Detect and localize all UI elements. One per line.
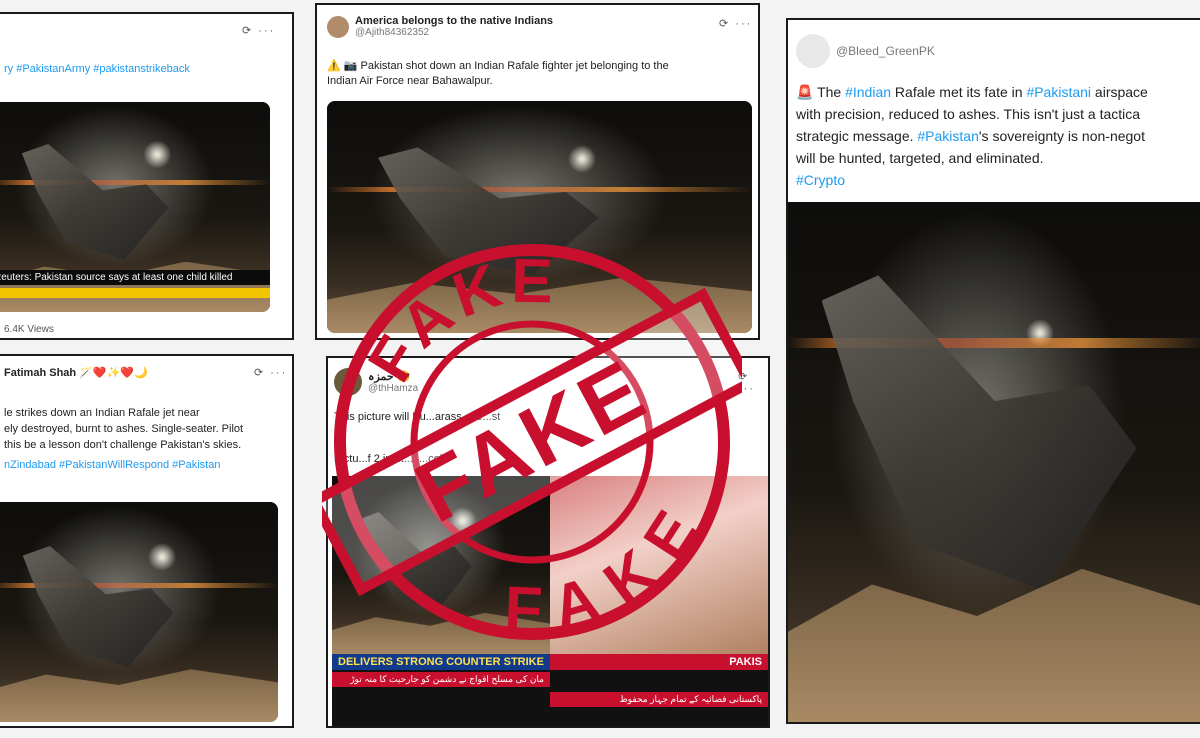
post-text-line-2: with precision, reduced to ashes. This i… <box>796 106 1141 122</box>
post-hashtags[interactable]: ry #PakistanArmy #pakistanstrikeback <box>4 62 190 77</box>
post-text-line-1: le strikes down an Indian Rafale jet nea… <box>4 407 200 419</box>
avatar[interactable] <box>334 368 362 396</box>
card-tools[interactable]: ⟳ ··· <box>254 366 287 379</box>
news-banner-urdu-1: مان کی مسلح افواج نے دشمن کو جارحیت کا م… <box>332 672 550 687</box>
user-name[interactable]: America belongs to the native Indians <box>355 15 553 27</box>
card-tools[interactable]: ⟳ ··· <box>738 370 768 395</box>
post-text-line-2: Pictu...f 2 in...t...d...cel <box>334 453 443 465</box>
post-text-line-2: Indian Air Force near Bahawalpur. <box>327 75 493 87</box>
post-card-3: @Bleed_GreenPK 🚨 The #Indian Rafale met … <box>786 18 1200 724</box>
news-ticker <box>0 288 270 298</box>
collage-right <box>550 476 768 656</box>
card-tools[interactable]: ⟳ ··· <box>242 24 275 37</box>
hashtag-crypto[interactable]: #Crypto <box>796 170 845 190</box>
user-handle[interactable]: @Ajith84362352 <box>355 27 553 38</box>
card-tools[interactable]: ⟳ ··· <box>719 17 752 30</box>
news-banner-urdu-2: پاکستانی فضائیہ کے تمام جہاز محفوظ <box>550 692 768 707</box>
user-name[interactable]: حمزہ 😎 <box>368 370 418 383</box>
post-text-line-3: this be a lesson don't challenge Pakista… <box>4 439 242 451</box>
post-card-1: ⟳ ··· ry #PakistanArmy #pakistanstrikeba… <box>0 12 294 340</box>
post-text-line-3: strategic message. #Pakistan's sovereign… <box>796 128 1145 144</box>
post-photo[interactable] <box>0 502 278 722</box>
post-hashtags[interactable]: nZindabad #PakistanWillRespond #Pakistan <box>4 458 220 473</box>
post-text-line-4: will be hunted, targeted, and eliminated… <box>796 150 1044 166</box>
post-card-5: حمزہ 😎 @thHamza ⟳ ··· This picture will … <box>326 356 770 728</box>
post-photo[interactable] <box>788 202 1200 722</box>
post-header: Fatimah Shah 🪄❤️✨❤️🌙 <box>4 366 148 379</box>
user-handle[interactable]: @Bleed_GreenPK <box>836 44 935 58</box>
news-banner-en: DELIVERS STRONG COUNTER STRIKE <box>332 654 550 670</box>
post-text-line-1: This picture will Eu...arass...ye...st <box>334 411 501 423</box>
user-handle[interactable]: @thHamza <box>368 383 418 394</box>
post-card-4: Fatimah Shah 🪄❤️✨❤️🌙 ⟳ ··· le strikes do… <box>0 354 294 728</box>
post-photo[interactable] <box>327 101 752 333</box>
post-text-line-1: ⚠️ 📷 Pakistan shot down an Indian Rafale… <box>327 60 669 72</box>
post-photo-collage[interactable]: DELIVERS STRONG COUNTER STRIKE PAKIS مان… <box>332 476 768 726</box>
post-text-line-1: 🚨 The #Indian Rafale met its fate in #Pa… <box>796 84 1148 100</box>
views-count: 6.4K Views <box>4 324 54 335</box>
avatar[interactable] <box>796 34 830 68</box>
channel-label: PAKIS <box>550 654 768 670</box>
post-header: America belongs to the native Indians @A… <box>327 15 553 38</box>
post-header: حمزہ 😎 @thHamza <box>334 368 418 396</box>
avatar[interactable] <box>327 15 349 38</box>
post-text-line-2: ely destroyed, burnt to ashes. Single-se… <box>4 423 244 435</box>
collage-left <box>332 476 550 656</box>
runway-lights <box>327 186 752 192</box>
user-name[interactable]: Fatimah Shah 🪄❤️✨❤️🌙 <box>4 366 148 379</box>
news-banner: Reuters: Pakistan source says at least o… <box>0 270 270 285</box>
post-card-2: America belongs to the native Indians @A… <box>315 3 760 340</box>
post-photo[interactable]: Reuters: Pakistan source says at least o… <box>0 102 270 312</box>
post-header: @Bleed_GreenPK <box>796 34 935 68</box>
